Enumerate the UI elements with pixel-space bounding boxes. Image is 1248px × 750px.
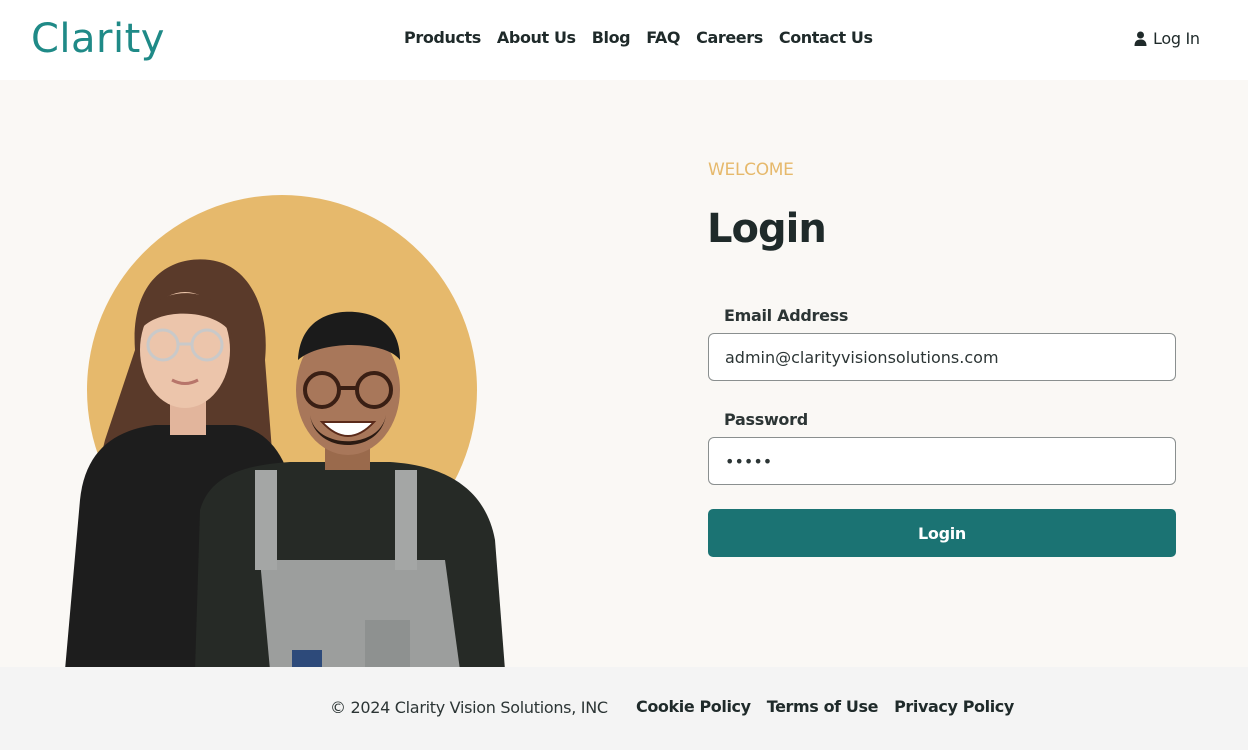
email-label: Email Address	[724, 306, 849, 325]
main-nav: Products About Us Blog FAQ Careers Conta…	[404, 28, 873, 47]
footer-link-terms-of-use[interactable]: Terms of Use	[767, 697, 879, 716]
password-field[interactable]	[708, 437, 1176, 485]
page-title: Login	[707, 206, 827, 252]
nav-about-us[interactable]: About Us	[497, 28, 576, 47]
nav-faq[interactable]: FAQ	[646, 28, 680, 47]
password-label: Password	[724, 410, 808, 429]
logo[interactable]: Clarity	[31, 16, 165, 62]
site-header: Clarity Products About Us Blog FAQ Caree…	[0, 0, 1248, 80]
copyright-text: © 2024 Clarity Vision Solutions, INC	[330, 698, 608, 717]
hero-photo	[65, 259, 505, 667]
nav-blog[interactable]: Blog	[592, 28, 631, 47]
login-button[interactable]: Login	[708, 509, 1176, 557]
nav-contact-us[interactable]: Contact Us	[779, 28, 873, 47]
footer-link-cookie-policy[interactable]: Cookie Policy	[636, 697, 751, 716]
header-login-link[interactable]: Log In	[1134, 29, 1200, 48]
login-link-label: Log In	[1153, 29, 1200, 48]
site-footer: © 2024 Clarity Vision Solutions, INC Coo…	[0, 667, 1248, 750]
email-field[interactable]	[708, 333, 1176, 381]
login-section: WELCOME Login Email Address Password Log…	[0, 80, 1248, 667]
footer-links: Cookie Policy Terms of Use Privacy Polic…	[636, 697, 1014, 716]
footer-link-privacy-policy[interactable]: Privacy Policy	[894, 697, 1014, 716]
welcome-eyebrow: WELCOME	[708, 160, 794, 180]
user-icon	[1134, 31, 1147, 46]
nav-products[interactable]: Products	[404, 28, 481, 47]
nav-careers[interactable]: Careers	[696, 28, 763, 47]
